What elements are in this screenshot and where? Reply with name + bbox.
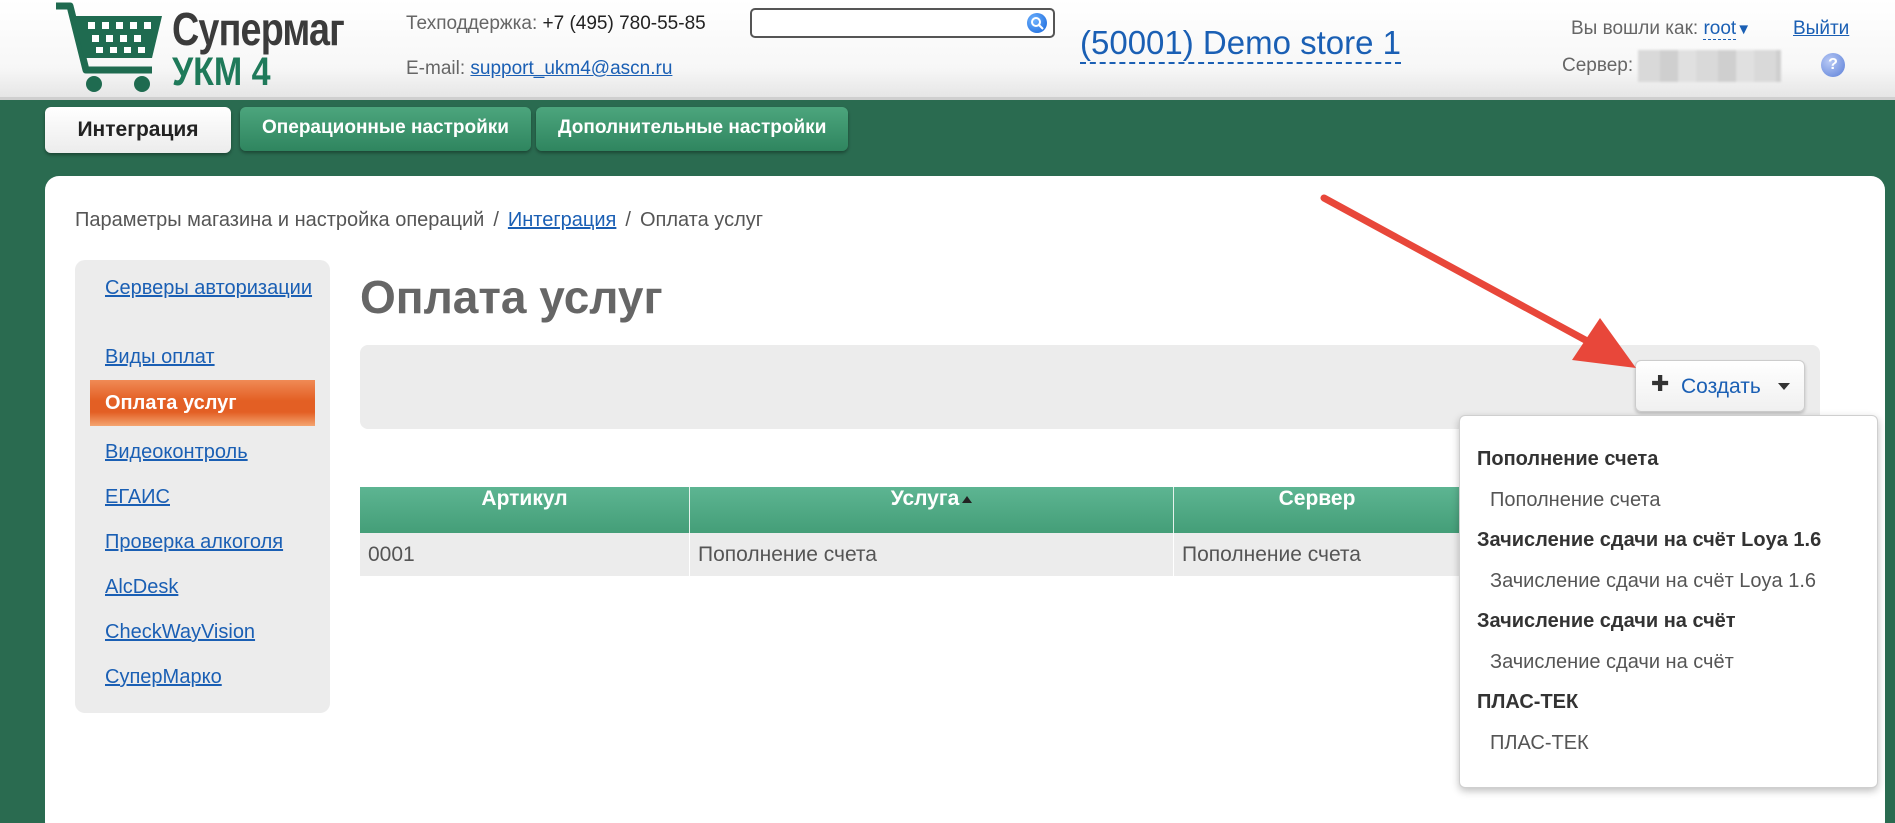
sidebar-item-service-payment[interactable]: Оплата услуг	[90, 380, 315, 426]
tab-additional-settings[interactable]: Дополнительные настройки	[536, 107, 849, 151]
column-header-server[interactable]: Сервер	[1174, 487, 1460, 533]
support-label: Техподдержка:	[406, 13, 538, 34]
dropdown-group-header: Пополнение счета	[1477, 448, 1659, 470]
column-header-label: Артикул	[481, 487, 568, 510]
table-cell: Пополнение счета	[1182, 543, 1361, 566]
dropdown-group-header: Зачисление сдачи на счёт Loya 1.6	[1477, 529, 1822, 551]
tab-operational-settings[interactable]: Операционные настройки	[240, 107, 531, 151]
tab-integration[interactable]: Интеграция	[45, 107, 231, 153]
breadcrumb-root: Параметры магазина и настройка операций	[75, 209, 485, 231]
dropdown-item[interactable]: Зачисление сдачи на счёт	[1490, 651, 1734, 674]
support-phone-line: Техподдержка: +7 (495) 780-55-85	[406, 13, 706, 35]
support-phone: +7 (495) 780-55-85	[542, 13, 706, 34]
create-button[interactable]: ✚ Создать	[1635, 360, 1805, 412]
user-menu[interactable]: root	[1703, 18, 1737, 40]
server-value-redacted	[1638, 50, 1781, 82]
logo[interactable]: Супермаг УКМ 4	[52, 0, 352, 98]
dropdown-item[interactable]: Зачисление сдачи на счёт Loya 1.6	[1490, 570, 1816, 593]
shopping-cart-icon	[56, 2, 162, 92]
sidebar-item-auth-servers[interactable]: Серверы авторизации	[105, 276, 315, 301]
create-dropdown-menu: Пополнение счета Пополнение счета Зачисл…	[1459, 415, 1878, 788]
search-button[interactable]	[1027, 13, 1047, 33]
sidebar-item-checkwayvision[interactable]: CheckWayVision	[105, 620, 315, 645]
sidebar-item-alcohol-check[interactable]: Проверка алкоголя	[105, 530, 315, 555]
create-button-label: Создать	[1681, 375, 1761, 398]
breadcrumb-link-integration[interactable]: Интеграция	[508, 209, 616, 231]
sidebar-item-egais[interactable]: ЕГАИС	[105, 485, 315, 510]
dropdown-group-header: ПЛАС-ТЕК	[1477, 691, 1579, 713]
email-label: E-mail:	[406, 58, 466, 79]
sidebar-item-video-control[interactable]: Видеоконтроль	[105, 440, 315, 465]
column-header-label: Сервер	[1278, 487, 1356, 510]
logo-title: Супермаг	[172, 3, 345, 55]
sidebar: Серверы авторизации Виды оплат Оплата ус…	[75, 260, 330, 713]
column-header-service[interactable]: Услуга	[690, 487, 1174, 533]
caret-down-icon	[1778, 383, 1790, 390]
breadcrumb-current: Оплата услуг	[639, 209, 764, 231]
dropdown-group-header: Зачисление сдачи на счёт	[1477, 610, 1736, 632]
sort-ascending-icon	[962, 495, 973, 503]
logo-subtitle: УКМ 4	[172, 50, 271, 94]
sidebar-item-payment-types[interactable]: Виды оплат	[105, 345, 315, 370]
column-header-article[interactable]: Артикул	[360, 487, 690, 533]
caret-down-icon[interactable]: ▼	[1736, 21, 1751, 38]
sidebar-item-alcdesk[interactable]: AlcDesk	[105, 575, 315, 600]
help-icon[interactable]: ?	[1821, 53, 1845, 77]
breadcrumb: Параметры магазина и настройка операций /…	[75, 209, 763, 232]
app-header: Супермаг УКМ 4 Техподдержка: +7 (495) 78…	[0, 0, 1895, 100]
table-cell: Пополнение счета	[690, 533, 1174, 576]
dropdown-item[interactable]: Пополнение счета	[1490, 489, 1660, 512]
table-cell: 0001	[360, 533, 690, 576]
support-email-link[interactable]: support_ukm4@ascn.ru	[470, 58, 672, 79]
sidebar-item-supermarko[interactable]: СуперМарко	[105, 665, 315, 690]
store-selector[interactable]: (50001) Demo store 1	[1080, 24, 1401, 64]
search-icon	[1031, 17, 1044, 30]
login-label: Вы вошли как:	[1571, 18, 1699, 39]
table-header: Артикул Услуга Сервер	[360, 487, 1460, 533]
dropdown-item[interactable]: ПЛАС-ТЕК	[1490, 732, 1589, 755]
plus-icon: ✚	[1651, 372, 1670, 397]
search-input[interactable]	[750, 8, 1055, 38]
support-email-line: E-mail: support_ukm4@ascn.ru	[406, 58, 672, 80]
breadcrumb-separator: /	[625, 209, 631, 231]
login-info: Вы вошли как: root▼	[1571, 18, 1751, 40]
breadcrumb-separator: /	[493, 209, 499, 231]
column-header-label: Услуга	[890, 487, 960, 510]
server-label: Сервер:	[1562, 55, 1634, 76]
page-title: Оплата услуг	[360, 271, 663, 323]
table-row[interactable]: 0001 Пополнение счета Пополнение счета	[360, 533, 1460, 576]
logout-link[interactable]: Выйти	[1793, 18, 1849, 40]
annotation-arrow	[1320, 194, 1636, 368]
